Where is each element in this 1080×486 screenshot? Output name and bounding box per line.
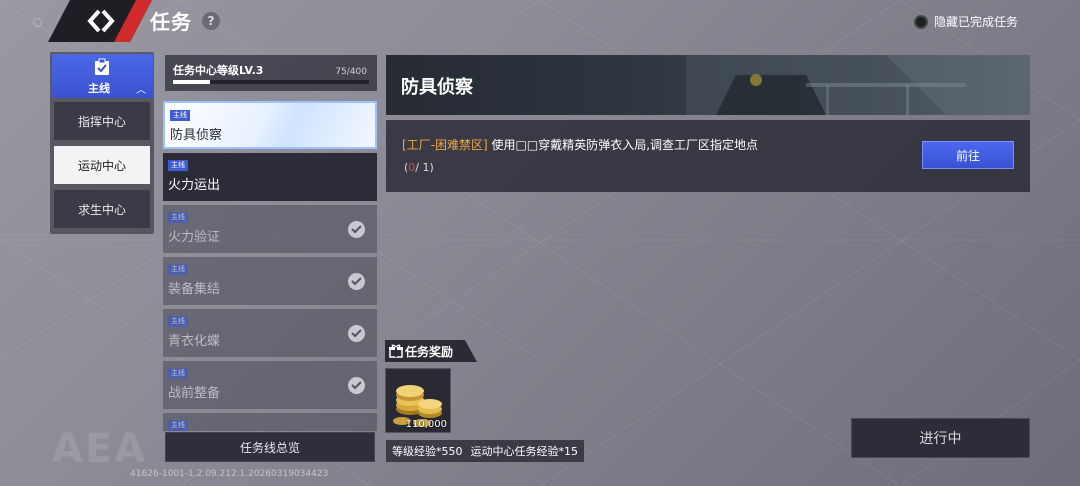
- checkmark-icon: [348, 221, 365, 238]
- quest-item[interactable]: 主线 火力运出: [163, 153, 377, 201]
- reward-count: 110,000: [405, 419, 447, 430]
- toggle-circle-icon[interactable]: [913, 14, 928, 29]
- category-item-command-center[interactable]: 指挥中心: [54, 102, 150, 140]
- category-item-sports-center[interactable]: 运动中心: [54, 146, 150, 184]
- quest-objective-panel: [工厂-困难禁区] 使用□□穿戴精英防弹衣入局,调查工厂区指定地点 (0/ 1)…: [386, 120, 1030, 192]
- quest-detail-title: 防具侦察: [401, 77, 473, 98]
- quest-tag: 主线: [168, 368, 188, 379]
- aea-logo-watermark: AEA: [52, 426, 148, 472]
- quest-tag: 主线: [170, 110, 190, 121]
- quest-item[interactable]: 主线: [163, 413, 377, 431]
- category-item-survival-center[interactable]: 求生中心: [54, 190, 150, 228]
- help-icon[interactable]: ?: [202, 12, 220, 30]
- quest-tag: 主线: [168, 420, 188, 431]
- quest-line-overview-button[interactable]: 任务线总览: [165, 432, 375, 462]
- hide-completed-toggle[interactable]: 隐藏已完成任务: [913, 13, 1018, 30]
- level-title: 任务中心等级LV.3: [173, 64, 264, 77]
- top-bar: 任务 ? 隐藏已完成任务: [0, 0, 1080, 44]
- objective-location: [工厂-困难禁区]: [402, 138, 488, 152]
- quest-name: 装备集结: [168, 282, 221, 297]
- objective-text: [工厂-困难禁区] 使用□□穿戴精英防弹衣入局,调查工厂区指定地点: [402, 136, 758, 153]
- quest-item[interactable]: 主线 装备集结: [163, 257, 377, 305]
- objective-progress: (0/ 1): [404, 161, 434, 174]
- hide-completed-label: 隐藏已完成任务: [933, 15, 1018, 29]
- gift-icon: [389, 344, 403, 358]
- settings-dot-icon[interactable]: [33, 18, 42, 27]
- quest-item[interactable]: 主线 防具侦察: [163, 101, 377, 149]
- page-title: 任务: [150, 10, 192, 34]
- progress-total: / 1): [415, 161, 434, 174]
- level-count: 75/400: [335, 67, 367, 77]
- quest-item[interactable]: 主线 战前整备: [163, 361, 377, 409]
- build-id: 41626-1001-1.2.09.212.1.20260319034423: [130, 469, 329, 479]
- quest-tag: 主线: [168, 316, 188, 327]
- checkmark-icon: [348, 325, 365, 342]
- chevron-up-icon: ︿: [136, 85, 146, 96]
- level-progress-bar: [173, 80, 369, 84]
- checkmark-icon: [348, 377, 365, 394]
- goto-button[interactable]: 前往: [922, 141, 1014, 169]
- objective-description: 使用□□穿戴精英防弹衣入局,调查工厂区指定地点: [491, 138, 759, 152]
- quest-name: 防具侦察: [170, 128, 223, 143]
- category-main-label: 主线: [88, 82, 110, 95]
- checkmark-icon: [348, 273, 365, 290]
- task-center-level: 任务中心等级LV.3 75/400: [165, 55, 377, 91]
- center-exp-reward: 运动中心任务经验*15: [470, 445, 579, 458]
- clipboard-icon: [95, 58, 109, 75]
- quest-tag: 主线: [168, 264, 188, 275]
- quest-tag: 主线: [168, 212, 188, 223]
- quest-tag: 主线: [168, 160, 188, 171]
- quest-name: 战前整备: [168, 386, 221, 401]
- back-chevron-icon: [87, 9, 115, 33]
- quest-name: 火力验证: [168, 230, 221, 245]
- detail-header: 防具侦察: [386, 55, 1030, 115]
- reward-item-coins[interactable]: 110,000: [385, 368, 451, 433]
- level-exp-reward: 等级经验*550: [392, 445, 463, 458]
- quest-item[interactable]: 主线 青衣化蝶: [163, 309, 377, 357]
- quest-item[interactable]: 主线 火力验证: [163, 205, 377, 253]
- category-main-tab[interactable]: 主线 ︿: [52, 54, 153, 98]
- reward-title: 任务奖励: [405, 345, 454, 359]
- in-progress-button[interactable]: 进行中: [851, 418, 1030, 458]
- header-scene-image: [686, 55, 1030, 115]
- level-progress-fill: [173, 80, 210, 84]
- quest-name: 青衣化蝶: [168, 334, 221, 349]
- reward-experience: 等级经验*550 运动中心任务经验*15: [386, 440, 584, 462]
- back-button[interactable]: [80, 4, 122, 38]
- quest-name: 火力运出: [168, 178, 221, 193]
